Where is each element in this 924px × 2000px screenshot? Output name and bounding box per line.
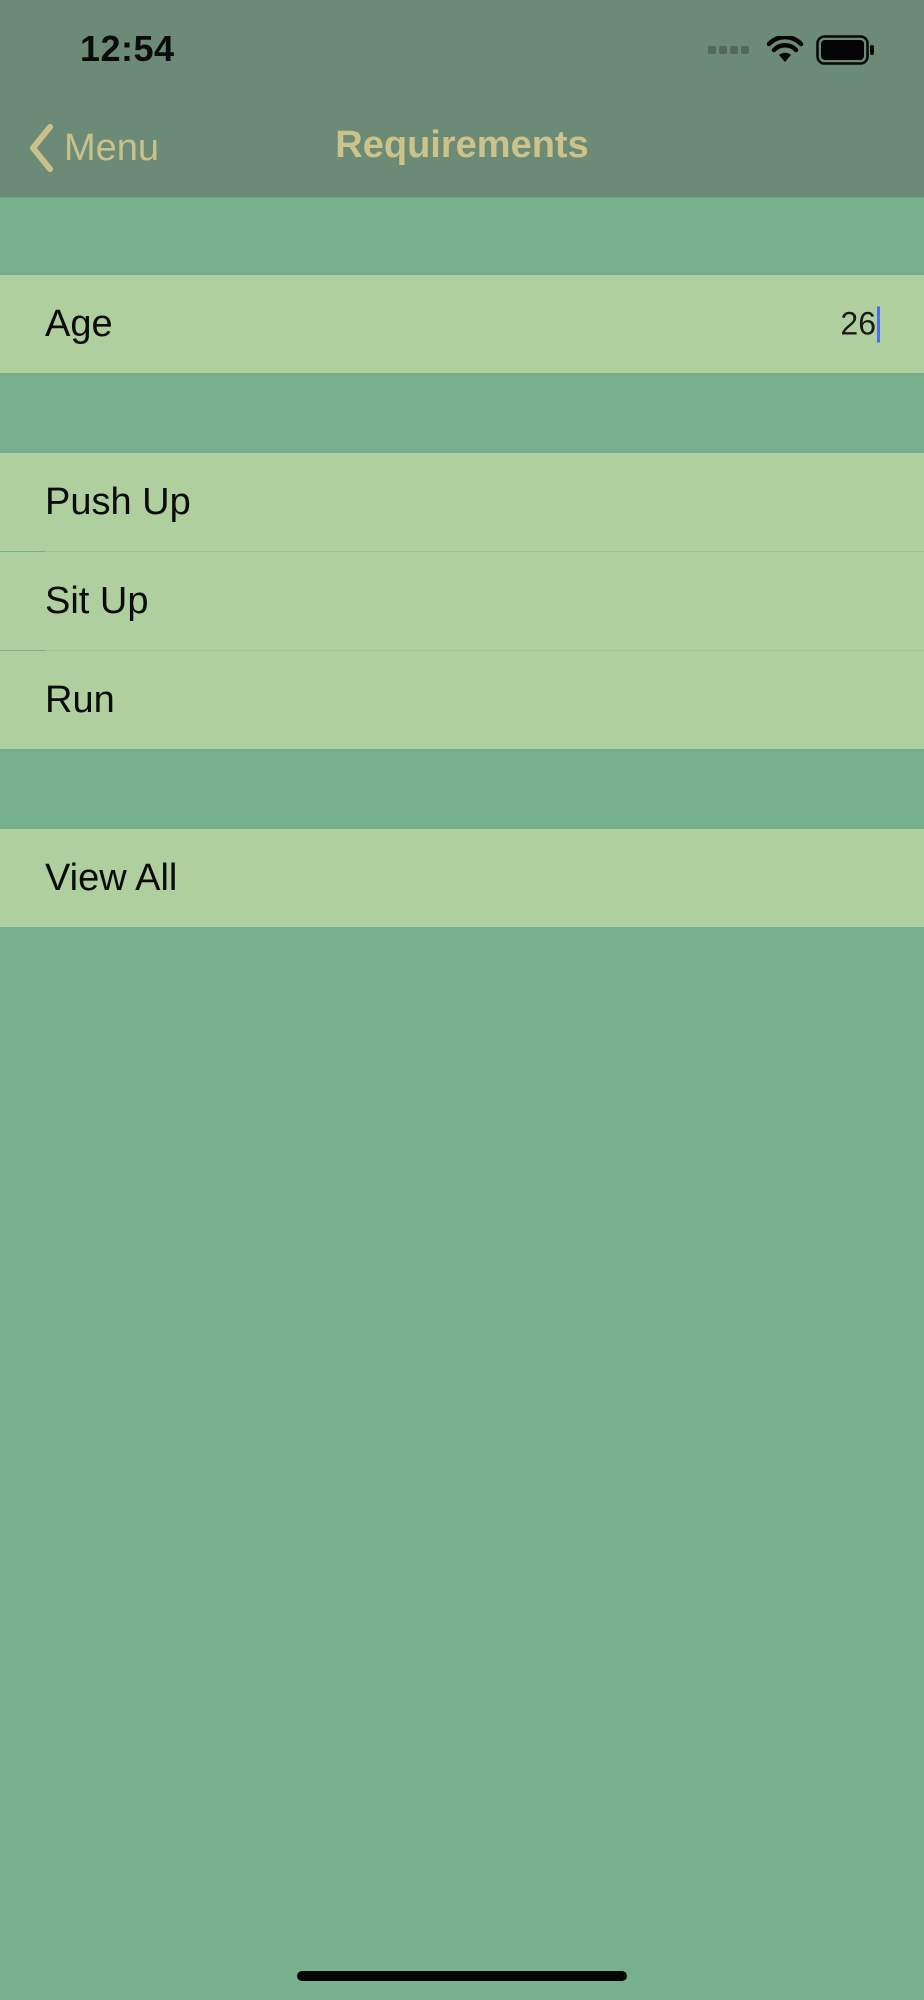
- page-title: Requirements: [335, 124, 589, 166]
- age-input[interactable]: 26: [840, 306, 880, 343]
- requirement-label: Sit Up: [45, 579, 149, 622]
- status-time: 12:54: [80, 28, 175, 69]
- requirement-label: Push Up: [45, 480, 191, 523]
- home-indicator[interactable]: [297, 1971, 627, 1981]
- status-icons: [708, 32, 876, 68]
- view-all-label: View All: [45, 856, 178, 899]
- age-value: 26: [840, 305, 876, 342]
- cellular-signal-icon: [708, 46, 752, 54]
- battery-icon: [816, 35, 874, 65]
- requirement-item-push-up[interactable]: Push Up: [0, 453, 924, 551]
- age-cell[interactable]: Age 26: [0, 275, 924, 373]
- requirement-item-run[interactable]: Run: [0, 651, 924, 749]
- requirement-label: Run: [45, 678, 115, 721]
- wifi-icon: [766, 36, 804, 62]
- text-caret: [877, 306, 880, 342]
- navigation-bar: 12:54 Menu Requirements: [0, 0, 924, 197]
- view-all-cell[interactable]: View All: [0, 829, 924, 927]
- age-label: Age: [45, 302, 113, 345]
- requirement-item-sit-up[interactable]: Sit Up: [0, 552, 924, 650]
